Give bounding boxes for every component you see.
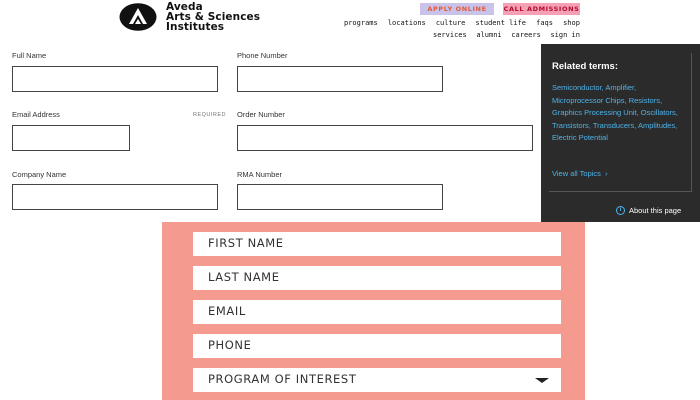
brand-name[interactable]: Aveda Arts & Sciences Institutes <box>166 2 260 33</box>
phone-number-label: Phone Number <box>237 51 288 60</box>
phone-placeholder: PHONE <box>208 338 252 352</box>
chevron-right-icon: › <box>603 169 608 178</box>
brand-line-3: Institutes <box>166 21 225 33</box>
related-terms-panel: Related terms: Semiconductor, Amplifier,… <box>541 44 700 222</box>
email-address-input[interactable] <box>12 125 130 151</box>
rma-number-label: RMA Number <box>237 170 283 179</box>
aveda-logo[interactable] <box>119 3 157 31</box>
caret-down-icon <box>535 378 549 383</box>
company-name-label: Company Name <box>12 170 67 179</box>
nav-item-student-life[interactable]: student life <box>475 19 526 27</box>
primary-nav: programs locations culture student life … <box>344 19 580 27</box>
nav-item-sign-in[interactable]: sign in <box>550 31 580 39</box>
company-name-input[interactable] <box>12 184 218 210</box>
last-name-placeholder: LAST NAME <box>208 270 280 284</box>
last-name-input[interactable]: LAST NAME <box>193 266 561 290</box>
nav-item-shop[interactable]: shop <box>563 19 580 27</box>
secondary-nav: services alumni careers sign in <box>433 31 580 39</box>
order-number-label: Order Number <box>237 110 285 119</box>
nav-item-culture[interactable]: culture <box>436 19 466 27</box>
program-of-interest-placeholder: PROGRAM OF INTEREST <box>208 372 357 386</box>
view-all-topics-link[interactable]: View all Topics › <box>552 169 608 178</box>
nav-item-services[interactable]: services <box>433 31 467 39</box>
nav-item-programs[interactable]: programs <box>344 19 378 27</box>
email-placeholder: EMAIL <box>208 304 246 318</box>
order-number-input[interactable] <box>237 125 533 151</box>
full-name-label: Full Name <box>12 51 47 60</box>
phone-number-input[interactable] <box>237 66 443 92</box>
info-icon: i <box>616 206 625 215</box>
nav-item-careers[interactable]: careers <box>511 31 541 39</box>
first-name-placeholder: FIRST NAME <box>208 236 284 250</box>
related-terms-title: Related terms: <box>552 61 618 72</box>
form-notch <box>258 214 268 222</box>
apply-online-button[interactable]: APPLY ONLINE <box>420 3 494 15</box>
related-terms-links[interactable]: Semiconductor, Amplifier, Microprocessor… <box>552 82 680 145</box>
nav-item-alumni[interactable]: alumni <box>476 31 501 39</box>
nav-item-locations[interactable]: locations <box>388 19 426 27</box>
nav-item-faqs[interactable]: faqs <box>536 19 553 27</box>
first-name-input[interactable]: FIRST NAME <box>193 232 561 256</box>
view-all-topics-label: View all Topics <box>552 169 601 178</box>
about-this-page-link[interactable]: i About this page <box>616 206 681 215</box>
signup-form: FIRST NAME LAST NAME EMAIL PHONE PROGRAM… <box>162 222 585 400</box>
program-of-interest-select[interactable]: PROGRAM OF INTEREST <box>193 368 561 392</box>
call-admissions-button[interactable]: CALL ADMISSIONS <box>503 3 580 15</box>
about-this-page-label: About this page <box>629 206 682 215</box>
email-address-label: Email Address <box>12 110 60 119</box>
full-name-input[interactable] <box>12 66 218 92</box>
required-indicator: REQUIRED <box>193 112 227 118</box>
rma-number-input[interactable] <box>237 184 443 210</box>
phone-input[interactable]: PHONE <box>193 334 561 358</box>
email-input[interactable]: EMAIL <box>193 300 561 324</box>
